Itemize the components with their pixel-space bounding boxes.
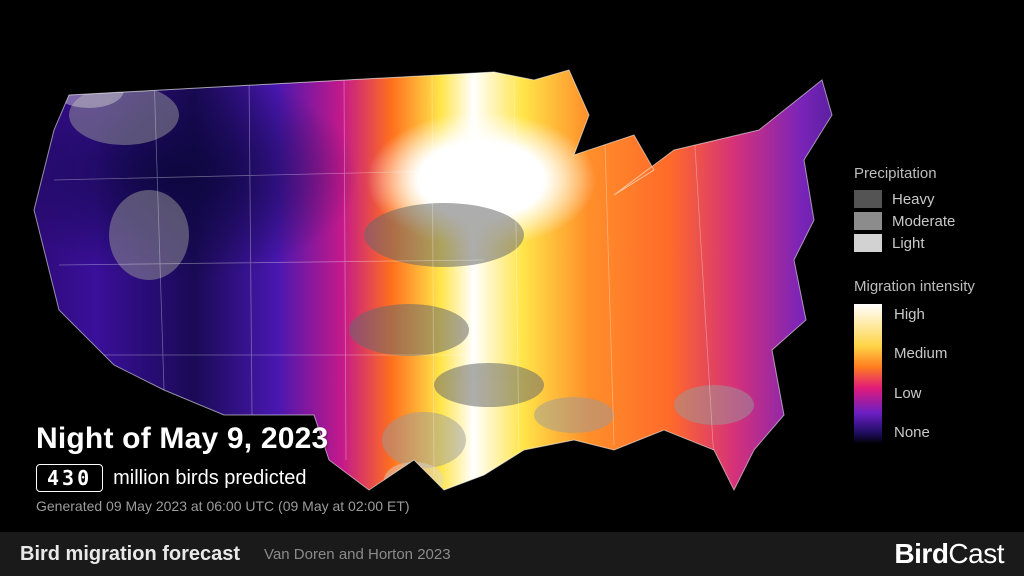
forecast-night-label: Night of May 9, 2023 bbox=[36, 422, 410, 456]
predicted-count: 430 bbox=[36, 464, 103, 492]
legend-precip-moderate: Moderate bbox=[854, 212, 1004, 230]
legend-precipitation: Precipitation Heavy Moderate Light bbox=[854, 165, 1004, 252]
legend-precip-light: Light bbox=[854, 234, 1004, 252]
legend-label: Low bbox=[894, 385, 947, 402]
legend-label: Light bbox=[892, 235, 925, 252]
generated-timestamp: Generated 09 May 2023 at 06:00 UTC (09 M… bbox=[36, 498, 410, 514]
legend-label: Heavy bbox=[892, 191, 935, 208]
legend-precip-heavy: Heavy bbox=[854, 190, 1004, 208]
brand-part-a: Bird bbox=[894, 538, 948, 569]
legend-label: None bbox=[894, 424, 947, 441]
legend-precip-title: Precipitation bbox=[854, 165, 1004, 182]
legend-label: Moderate bbox=[892, 213, 955, 230]
swatch-light bbox=[854, 234, 882, 252]
legend-migration-title: Migration intensity bbox=[854, 278, 1004, 295]
footer-attribution: Van Doren and Horton 2023 bbox=[264, 546, 451, 563]
brand-logo: BirdCast bbox=[894, 538, 1004, 570]
footer-bar: Bird migration forecast Van Doren and Ho… bbox=[0, 532, 1024, 576]
legend-label: Medium bbox=[894, 345, 947, 362]
swatch-heavy bbox=[854, 190, 882, 208]
migration-color-bar bbox=[854, 304, 882, 444]
legend-label: High bbox=[894, 306, 947, 323]
swatch-moderate bbox=[854, 212, 882, 230]
brand-part-b: Cast bbox=[948, 538, 1004, 569]
footer-title: Bird migration forecast bbox=[20, 543, 240, 566]
legend-migration: Migration intensity High Medium Low None bbox=[854, 278, 1004, 443]
predicted-suffix: million birds predicted bbox=[113, 467, 306, 490]
